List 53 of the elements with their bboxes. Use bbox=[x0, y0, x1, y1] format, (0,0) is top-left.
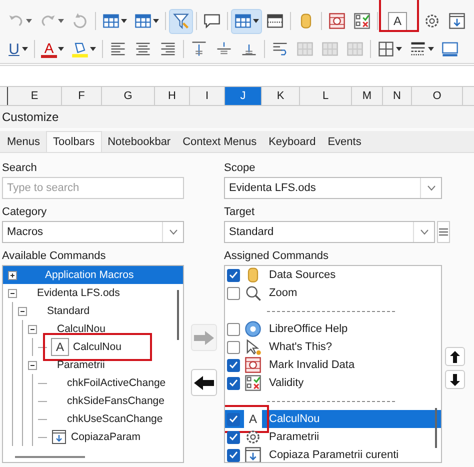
command-item[interactable]: Copiaza Parametrii curenti bbox=[225, 446, 441, 462]
tab[interactable]: Toolbars bbox=[46, 131, 102, 152]
tree-item[interactable]: chkUseScanChange bbox=[33, 410, 183, 428]
search-field[interactable]: Type to search bbox=[2, 177, 184, 199]
tab[interactable]: Notebookbar bbox=[102, 131, 177, 152]
tree-item[interactable]: A CalculNou bbox=[33, 338, 183, 356]
column-header[interactable]: K bbox=[262, 87, 300, 105]
column-header[interactable]: L bbox=[300, 87, 352, 105]
command-item[interactable]: A CalculNou bbox=[225, 410, 441, 428]
command-item[interactable]: Parametrii bbox=[225, 428, 441, 446]
dialog-title: Customize bbox=[2, 110, 59, 124]
toolbar-button[interactable]: A bbox=[38, 36, 67, 62]
tree-item[interactable]: Standard bbox=[13, 302, 183, 320]
tree-item[interactable]: CalculNou bbox=[23, 320, 183, 338]
scope-dropdown[interactable]: Evidenta LFS.ods bbox=[224, 177, 442, 199]
field-label: Search bbox=[2, 161, 38, 176]
toolbar-button[interactable]: U bbox=[4, 36, 31, 62]
tree-item[interactable]: Evidenta LFS.ods bbox=[3, 284, 183, 302]
column-header[interactable]: E bbox=[8, 87, 62, 105]
command-item[interactable]: LibreOffice Help bbox=[225, 320, 441, 338]
tree-item[interactable]: CopiazaParam bbox=[33, 428, 183, 446]
field-label: Assigned Commands bbox=[224, 249, 330, 264]
tab[interactable]: Menus bbox=[1, 131, 46, 152]
tab[interactable]: Keyboard bbox=[262, 131, 322, 152]
letter-box-icon: A bbox=[388, 12, 407, 30]
toolbar-button[interactable]: A bbox=[381, 8, 414, 34]
field-label: Scope bbox=[224, 161, 256, 176]
column-header[interactable]: N bbox=[383, 87, 412, 105]
underline-icon: U bbox=[7, 40, 21, 58]
macro-icon: A bbox=[244, 410, 262, 428]
command-item[interactable]: Data Sources bbox=[225, 266, 441, 284]
tab[interactable]: Context Menus bbox=[176, 131, 263, 152]
column-header[interactable]: G bbox=[102, 87, 155, 105]
column-header[interactable]: F bbox=[62, 87, 102, 105]
command-item[interactable]: Zoom bbox=[225, 284, 441, 302]
tree-item[interactable]: chkFoilActiveChange bbox=[33, 374, 183, 392]
target-dropdown[interactable]: Standard bbox=[224, 221, 435, 243]
column-header[interactable]: M bbox=[352, 87, 383, 105]
category-dropdown[interactable]: Macros bbox=[2, 221, 184, 243]
tab[interactable]: Events bbox=[322, 131, 368, 152]
command-item[interactable]: Validity bbox=[225, 374, 441, 392]
tree-item[interactable]: Application Macros bbox=[3, 266, 183, 284]
field-label: Category bbox=[2, 205, 48, 220]
field-label: Available Commands bbox=[2, 249, 107, 264]
tree-item[interactable]: chkSideFansChange bbox=[33, 392, 183, 410]
field-label: Target bbox=[224, 205, 256, 220]
macro-icon: A bbox=[51, 338, 69, 356]
command-item[interactable]: Mark Invalid Data bbox=[225, 356, 441, 374]
tree-item[interactable]: Parametrii bbox=[23, 356, 183, 374]
column-header[interactable]: J bbox=[225, 87, 262, 105]
column-header[interactable]: O bbox=[412, 87, 463, 105]
command-item[interactable]: What's This? bbox=[225, 338, 441, 356]
column-header[interactable]: H bbox=[155, 87, 190, 105]
